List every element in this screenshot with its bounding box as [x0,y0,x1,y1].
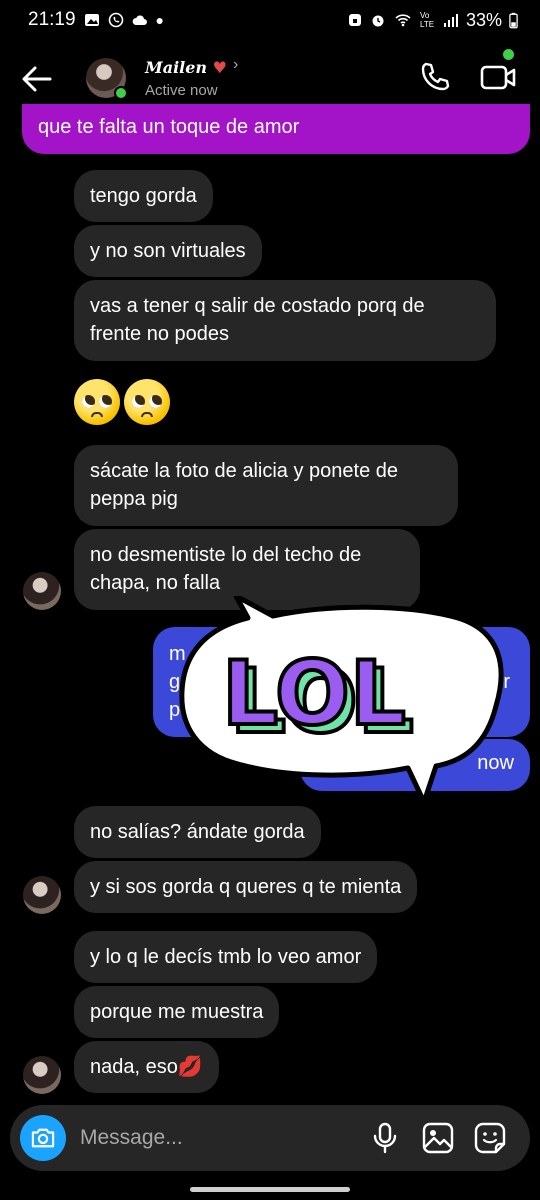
status-bar: 21:19 ● Vo LTE 33% [0,0,540,40]
message-text: vas a tener q salir de costado porq de f… [90,295,425,345]
sticker-icon[interactable] [474,1122,506,1154]
message-bubble[interactable]: vas a tener q salir de costado porq de f… [74,280,496,361]
message-bubble[interactable]: y si sos gorda q queres q te mienta [74,861,418,913]
message-bubble[interactable]: tengo gorda [74,170,213,222]
message-text: y si sos gorda q queres q te mienta [90,876,402,898]
message-text: sácate la foto de alicia y ponete de pep… [90,460,398,510]
message-bubble[interactable]: no salías? ándate gorda [74,806,321,858]
wifi-icon [395,14,411,27]
battery-icon [509,12,518,28]
online-indicator [114,86,128,100]
camera-button[interactable] [20,1115,66,1161]
message-text: que te falta un toque de amor [38,116,300,138]
anatomical-heart-icon: ♥ [212,58,227,77]
active-status: Active now [145,82,218,99]
message-text: y no son virtuales [90,240,246,262]
contact-name[interactable]: Mailen ♥ [145,58,227,77]
pleading-face-icon [124,379,170,425]
lol-letters: LOL LOL [220,640,416,755]
chevron-right-icon[interactable]: › [233,56,238,74]
sticker-text: LOL [222,642,406,745]
whatsapp-notification-icon [108,12,123,28]
signal-icon [443,14,458,27]
home-indicator[interactable] [190,1187,350,1192]
message-text: no desmentiste lo del techo de chapa, no… [90,544,362,594]
video-call-icon[interactable] [480,60,516,94]
message-bubble[interactable]: y no son virtuales [74,225,262,277]
network-type: Vo LTE [419,11,435,29]
message-text: no salías? ándate gorda [90,821,305,843]
chat-header: Mailen ♥ › Active now [0,46,540,110]
pleading-face-icon [74,379,120,425]
gallery-notification-icon [84,14,99,26]
back-arrow-icon[interactable] [20,62,54,96]
sender-avatar[interactable] [23,572,61,610]
message-input[interactable] [80,1124,350,1152]
phone-call-icon[interactable] [418,60,452,94]
message-text: nada, eso💋 [90,1056,203,1078]
sender-avatar[interactable] [23,876,61,914]
lock-icon [348,14,361,26]
status-time: 21:19 [28,9,76,30]
emoji-message[interactable] [74,379,170,425]
sender-avatar[interactable] [23,1056,61,1094]
battery-percent: 33% [465,9,502,30]
cloud-notification-icon [132,15,147,25]
message-text: y lo q le decís tmb lo veo amor [90,946,362,968]
message-text: tengo gorda [90,185,197,207]
contact-avatar[interactable] [86,58,128,100]
message-bubble-highlighted[interactable]: que te falta un toque de amor [22,104,530,154]
lol-sticker[interactable]: LOL LOL [178,596,508,806]
alarm-icon [372,15,384,27]
message-bubble[interactable]: porque me muestra [74,986,280,1038]
message-text: porque me muestra [90,1001,264,1023]
microphone-icon[interactable] [372,1122,398,1154]
gallery-icon[interactable] [422,1122,454,1154]
message-bubble[interactable]: y lo q le decís tmb lo veo amor [74,931,378,983]
camera-icon [31,1128,55,1148]
more-notifications-dot-icon: ● [155,12,165,28]
video-online-indicator [503,49,514,60]
message-bubble[interactable]: sácate la foto de alicia y ponete de pep… [74,445,458,526]
message-bubble[interactable]: nada, eso💋 [74,1041,219,1093]
